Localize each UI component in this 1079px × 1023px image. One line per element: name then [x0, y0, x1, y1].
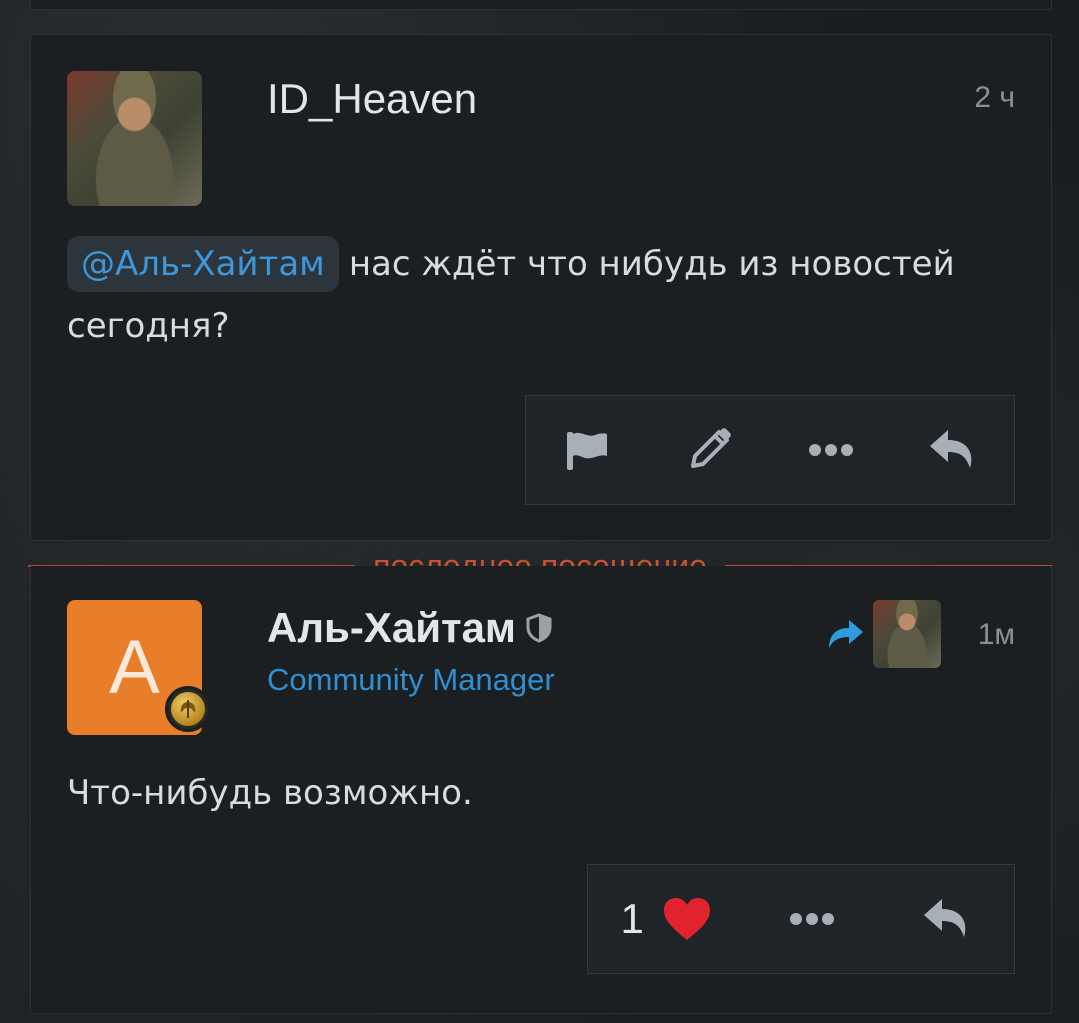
like-count: 1 [620, 895, 644, 942]
more-icon [789, 913, 834, 925]
like-button[interactable]: 1 [620, 884, 711, 954]
user-avatar[interactable] [67, 71, 202, 206]
mention-link[interactable]: @Аль-Хайтам [67, 236, 339, 292]
soldier-avatar-image [67, 71, 202, 206]
post-actions [525, 395, 1015, 505]
reply-icon [930, 430, 972, 468]
heart-icon [663, 898, 710, 940]
replied-user-avatar [873, 600, 941, 668]
wings-icon [171, 692, 205, 726]
more-button[interactable] [796, 415, 866, 485]
edit-button[interactable] [674, 415, 744, 485]
post-card: А Аль-Хайтам Community Manager 1м Что-ни… [30, 566, 1052, 1014]
soldier-avatar-image [873, 600, 941, 668]
flag-icon [567, 432, 607, 470]
post-body: Что-нибудь возможно. [67, 773, 473, 813]
more-icon [809, 444, 853, 456]
shield-icon [526, 613, 552, 643]
reply-icon [923, 899, 965, 937]
post-author[interactable]: ID_Heaven [267, 75, 477, 123]
flag-button[interactable] [552, 415, 622, 485]
user-role: Community Manager [267, 662, 555, 697]
previous-post-edge [30, 0, 1052, 10]
user-badge[interactable] [165, 686, 211, 732]
post-actions: 1 [587, 864, 1015, 974]
post-card: ID_Heaven 2 ч @Аль-Хайтам нас ждёт что ни… [30, 34, 1052, 541]
post-body: @Аль-Хайтам нас ждёт что нибудь из новост… [67, 233, 1015, 357]
more-button[interactable] [777, 884, 847, 954]
post-author[interactable]: Аль-Хайтам [267, 604, 552, 652]
reply-to-indicator[interactable] [827, 600, 941, 668]
reply-button[interactable] [912, 884, 982, 954]
reply-button[interactable] [918, 415, 988, 485]
post-time[interactable]: 1м [978, 618, 1015, 652]
post-time[interactable]: 2 ч [974, 81, 1015, 115]
edit-icon [691, 428, 731, 468]
author-name: Аль-Хайтам [267, 604, 517, 651]
reply-arrow-icon [829, 620, 863, 648]
